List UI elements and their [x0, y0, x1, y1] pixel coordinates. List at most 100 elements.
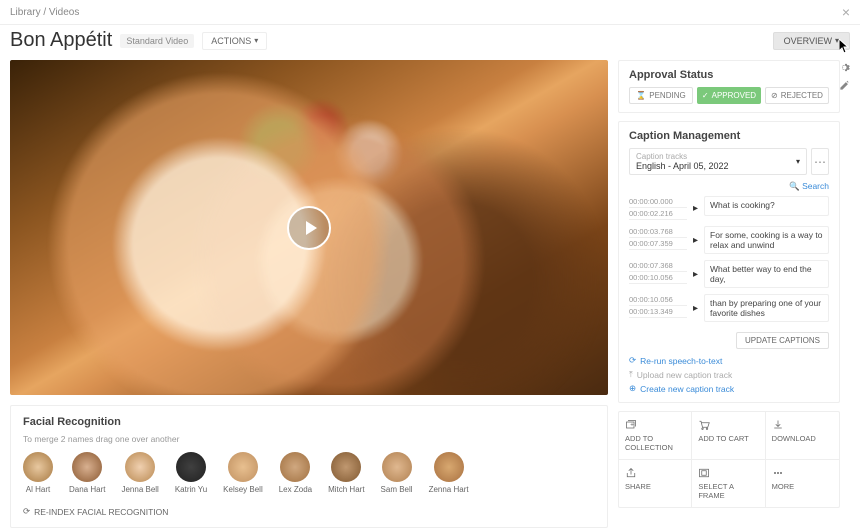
face-name: Lex Zoda — [279, 485, 312, 494]
video-type-badge: Standard Video — [120, 34, 194, 48]
face-item[interactable]: Mitch Hart — [328, 452, 364, 494]
facial-hint: To merge 2 names drag one over another — [23, 434, 595, 444]
reindex-button[interactable]: ⟳ RE-INDEX FACIAL RECOGNITION — [23, 506, 595, 517]
actions-dropdown[interactable]: ACTIONS ▾ — [202, 32, 267, 50]
pending-button[interactable]: ⌛PENDING — [629, 87, 693, 104]
download-button[interactable]: DOWNLOAD — [766, 412, 839, 460]
create-link[interactable]: ⊕ Create new caption track — [629, 383, 829, 394]
face-item[interactable]: Lex Zoda — [279, 452, 312, 494]
caption-timestamps: 00:00:00.00000:00:02.216 — [629, 196, 687, 220]
refresh-icon: ⟳ — [23, 506, 30, 517]
overview-dropdown[interactable]: OVERVIEW ▾ — [773, 32, 850, 50]
avatar — [331, 452, 361, 482]
action-label: ADD TO COLLECTION — [625, 434, 685, 452]
frame-icon — [698, 467, 710, 479]
caption-track-select[interactable]: Caption tracks English - April 05, 2022 … — [629, 148, 807, 175]
add-to-cart-button[interactable]: ADD TO CART — [692, 412, 765, 460]
chevron-down-icon: ▾ — [254, 36, 258, 45]
caption-timestamps: 00:00:07.36800:00:10.056 — [629, 260, 687, 284]
avatar — [125, 452, 155, 482]
action-label: ADD TO CART — [698, 434, 758, 443]
plus-icon: ⊕ — [629, 383, 636, 394]
caption-text[interactable]: What is cooking? — [704, 196, 829, 216]
caption-heading: Caption Management — [629, 130, 829, 142]
face-item[interactable]: Al Hart — [23, 452, 53, 494]
face-item[interactable]: Zenna Hart — [429, 452, 469, 494]
approval-panel: Approval Status ⌛PENDING ✓APPROVED ⊘REJE… — [618, 60, 840, 113]
collection-icon: + — [625, 419, 637, 431]
play-icon[interactable]: ▸ — [693, 269, 698, 280]
page-title: Bon Appétit — [10, 29, 112, 52]
face-name: Zenna Hart — [429, 485, 469, 494]
caption-timestamps: 00:00:10.05600:00:13.349 — [629, 294, 687, 318]
face-name: Al Hart — [26, 485, 50, 494]
caption-search-link[interactable]: 🔍 Search — [789, 181, 829, 191]
upload-icon: ⤒ — [629, 369, 633, 380]
face-name: Dana Hart — [69, 485, 105, 494]
action-label: SELECT A FRAME — [698, 482, 758, 500]
caption-row: 00:00:10.05600:00:13.349 ▸ than by prepa… — [629, 294, 829, 322]
select-frame-button[interactable]: SELECT A FRAME — [692, 460, 765, 507]
face-item[interactable]: Katrin Yu — [175, 452, 207, 494]
play-icon — [303, 220, 319, 236]
share-button[interactable]: SHARE — [619, 460, 692, 507]
rejected-label: REJECTED — [781, 91, 823, 100]
add-to-collection-button[interactable]: + ADD TO COLLECTION — [619, 412, 692, 460]
download-icon — [772, 419, 784, 431]
caption-row: 00:00:00.00000:00:02.216 ▸ What is cooki… — [629, 196, 829, 220]
avatar — [228, 452, 258, 482]
video-preview[interactable] — [10, 60, 608, 395]
face-item[interactable]: Dana Hart — [69, 452, 105, 494]
more-icon — [772, 467, 784, 479]
chevron-down-icon: ▾ — [796, 157, 800, 166]
reindex-label: RE-INDEX FACIAL RECOGNITION — [34, 507, 168, 517]
actions-label: ACTIONS — [211, 36, 251, 46]
gear-icon[interactable] — [839, 62, 850, 76]
approval-heading: Approval Status — [629, 69, 829, 81]
close-icon[interactable]: × — [842, 4, 850, 20]
edit-icon[interactable] — [839, 80, 850, 94]
caption-text[interactable]: What better way to end the day, — [704, 260, 829, 288]
action-label: DOWNLOAD — [772, 434, 833, 443]
breadcrumb-videos[interactable]: Videos — [49, 7, 79, 18]
caption-row: 00:00:03.76800:00:07.359 ▸ For some, coo… — [629, 226, 829, 254]
action-label: MORE — [772, 482, 833, 491]
action-label: SHARE — [625, 482, 685, 491]
facial-recognition-panel: Facial Recognition To merge 2 names drag… — [10, 405, 608, 528]
caption-text[interactable]: For some, cooking is a way to relax and … — [704, 226, 829, 254]
caption-track-more[interactable]: ⋯ — [811, 148, 829, 175]
actions-grid: +ADD TO COLLECTION ADD TO CART DOWNLOAD … — [618, 411, 840, 508]
play-icon[interactable]: ▸ — [693, 203, 698, 214]
create-label: Create new caption track — [640, 384, 734, 394]
sync-icon: ⟳ — [629, 355, 636, 366]
update-captions-button[interactable]: UPDATE CAPTIONS — [736, 332, 829, 349]
avatar — [382, 452, 412, 482]
play-icon[interactable]: ▸ — [693, 303, 698, 314]
rerun-label: Re-run speech-to-text — [640, 356, 722, 366]
face-name: Kelsey Bell — [223, 485, 263, 494]
rejected-button[interactable]: ⊘REJECTED — [765, 87, 829, 104]
facial-heading: Facial Recognition — [23, 416, 595, 428]
caption-text[interactable]: than by preparing one of your favorite d… — [704, 294, 829, 322]
face-name: Mitch Hart — [328, 485, 364, 494]
face-item[interactable]: Kelsey Bell — [223, 452, 263, 494]
share-icon — [625, 467, 637, 479]
approved-button[interactable]: ✓APPROVED — [697, 87, 761, 104]
hourglass-icon: ⌛ — [636, 91, 646, 100]
face-item[interactable]: Sam Bell — [381, 452, 413, 494]
caption-timestamps: 00:00:03.76800:00:07.359 — [629, 226, 687, 250]
rerun-link[interactable]: ⟳ Re-run speech-to-text — [629, 355, 829, 366]
more-button[interactable]: MORE — [766, 460, 839, 507]
check-icon: ✓ — [702, 91, 709, 100]
caption-track-label: Caption tracks — [636, 152, 729, 161]
play-button[interactable] — [287, 206, 331, 250]
breadcrumb-library[interactable]: Library — [10, 7, 41, 18]
overview-label: OVERVIEW — [784, 36, 832, 46]
avatar — [434, 452, 464, 482]
face-item[interactable]: Jenna Bell — [121, 452, 158, 494]
caption-row: 00:00:07.36800:00:10.056 ▸ What better w… — [629, 260, 829, 288]
avatar — [23, 452, 53, 482]
cursor-icon — [839, 39, 851, 55]
play-icon[interactable]: ▸ — [693, 235, 698, 246]
caption-track-value: English - April 05, 2022 — [636, 161, 729, 171]
